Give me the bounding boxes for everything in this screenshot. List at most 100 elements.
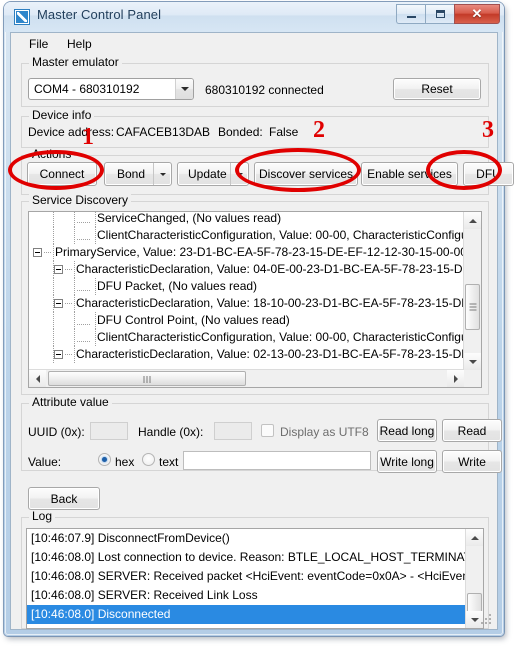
log-group-title: Log (29, 510, 56, 522)
com-port-combobox[interactable]: COM4 - 680310192 (28, 78, 194, 100)
tree-row[interactable]: PrimaryService, Value: 23-D1-BC-EA-5F-78… (29, 244, 464, 261)
treeview-scroll-thumb[interactable] (465, 284, 480, 330)
treeview-scroll-up-button[interactable] (464, 212, 481, 229)
write-long-button[interactable]: Write long (377, 450, 437, 473)
uuid-label: UUID (0x): (28, 425, 85, 439)
tree-guide-line (95, 227, 96, 244)
log-entry[interactable]: [10:46:08.0] Lost connection to device. … (27, 548, 466, 567)
log-listbox[interactable]: [10:46:07.9] DisconnectFromDevice() [10:4… (26, 528, 484, 629)
treeview-hscroll-thumb[interactable] (48, 371, 246, 386)
log-scroll-up-button[interactable] (466, 529, 483, 546)
log-entry[interactable]: [10:46:08.0] SERVER: Received Link Loss (27, 586, 466, 605)
tree-row-label: CharacteristicDeclaration, Value: 04-0E-… (76, 262, 464, 276)
treeview-vertical-scrollbar[interactable] (463, 212, 481, 370)
tree-collapse-icon[interactable] (33, 248, 42, 257)
bond-button[interactable]: Bond (104, 162, 172, 186)
enable-services-button[interactable]: Enable services (361, 162, 458, 186)
device-address-label: Device address: (28, 125, 115, 139)
update-dropdown-arrow-icon[interactable] (230, 163, 248, 185)
bond-button-label: Bond (117, 167, 146, 181)
back-button[interactable]: Back (28, 487, 100, 510)
tree-row[interactable]: ClientCharacteristicConfiguration, Value… (29, 329, 464, 346)
service-discovery-treeview[interactable]: ServiceChanged, (No values read) ClientCh… (28, 211, 482, 388)
application-window: Master Control Panel ✕ File Help Master … (4, 2, 514, 636)
tree-row[interactable]: CharacteristicDeclaration, Value: 18-10-… (29, 295, 464, 312)
tree-guide-line (74, 227, 75, 244)
tree-row[interactable]: DFU Control Point, (No values read) (29, 312, 464, 329)
desktop-background: Master Control Panel ✕ File Help Master … (0, 0, 516, 648)
discover-services-button-label: Discover services (258, 167, 354, 181)
window-controls: ✕ (396, 4, 500, 24)
tree-row[interactable]: CharacteristicDeclaration, Value: 04-0E-… (29, 261, 464, 278)
tree-row[interactable]: ServiceChanged, (No values read) (29, 212, 464, 227)
write-button[interactable]: Write (442, 450, 502, 473)
handle-input[interactable] (214, 422, 252, 440)
hex-radio-label: hex (115, 455, 135, 469)
text-radio[interactable] (142, 453, 155, 466)
log-entry[interactable]: [10:46:08.0] SERVER: Received packet <Hc… (27, 567, 466, 586)
tree-row[interactable]: CharacteristicDeclaration, Value: 02-13-… (29, 346, 464, 363)
treeview-scroll-right-button[interactable] (447, 370, 464, 387)
tree-guide-line (74, 312, 75, 329)
tree-row-label: CharacteristicDeclaration, Value: 02-13-… (76, 347, 464, 361)
read-long-button[interactable]: Read long (377, 419, 437, 442)
read-long-button-label: Read long (379, 423, 435, 438)
tree-collapse-icon[interactable] (54, 265, 63, 274)
app-icon (14, 9, 30, 25)
update-button[interactable]: Update (177, 162, 249, 186)
close-button[interactable]: ✕ (454, 4, 500, 24)
tree-guide-line (65, 303, 73, 304)
update-button-label: Update (188, 167, 227, 181)
hex-radio[interactable] (98, 453, 111, 466)
tree-collapse-icon[interactable] (54, 299, 63, 308)
tree-guide-line (53, 278, 54, 295)
tree-row[interactable]: DFU Packet, (No values read) (29, 278, 464, 295)
dfu-button[interactable]: DFU (463, 162, 514, 186)
treeview-scroll-corner (464, 370, 481, 387)
log-entry[interactable]: [10:46:08.0] Disconnected (27, 605, 466, 624)
menu-item-file[interactable]: File (23, 36, 54, 52)
close-icon: ✕ (471, 6, 483, 21)
connect-button[interactable]: Connect (27, 162, 97, 186)
tree-row-label: PrimaryService, Value: 23-D1-BC-EA-5F-78… (55, 245, 464, 259)
write-button-label: Write (458, 454, 486, 469)
reset-button-label: Reset (421, 82, 453, 96)
text-radio-label: text (159, 455, 179, 469)
tree-row[interactable]: ClientCharacteristicConfiguration, Value… (29, 227, 464, 244)
tree-guide-line (77, 341, 91, 342)
chevron-down-icon[interactable] (175, 79, 193, 99)
tree-guide-line (74, 212, 75, 227)
bonded-value: False (269, 125, 299, 139)
display-utf8-checkbox[interactable] (261, 424, 274, 437)
read-button[interactable]: Read (442, 419, 502, 442)
tree-guide-line (44, 252, 52, 253)
tree-collapse-icon[interactable] (54, 350, 63, 359)
treeview-scroll-down-button[interactable] (464, 353, 481, 370)
resize-grip[interactable] (481, 614, 493, 626)
tree-guide-line (95, 278, 96, 295)
dfu-button-label: DFU (476, 167, 501, 181)
reset-button[interactable]: Reset (393, 78, 481, 100)
maximize-button[interactable] (425, 4, 454, 24)
menu-item-help[interactable]: Help (61, 36, 98, 52)
tree-guide-line (53, 329, 54, 346)
bond-dropdown-arrow-icon[interactable] (153, 163, 171, 185)
treeview-horizontal-scrollbar[interactable] (29, 369, 464, 387)
value-input[interactable] (183, 451, 371, 470)
device-info-group-title: Device info (29, 109, 95, 121)
tree-guide-line (95, 312, 96, 329)
treeview-scroll-left-button[interactable] (29, 370, 46, 387)
minimize-button[interactable] (396, 4, 425, 24)
tree-guide-line (53, 212, 54, 227)
uuid-input[interactable] (90, 422, 128, 440)
tree-guide-line (77, 324, 91, 325)
value-label: Value: (28, 455, 62, 469)
window-title: Master Control Panel (37, 7, 162, 22)
discover-services-button[interactable]: Discover services (254, 162, 358, 186)
log-entry[interactable]: [10:46:07.9] DisconnectFromDevice() (27, 529, 466, 548)
read-button-label: Read (457, 423, 487, 438)
title-bar[interactable]: Master Control Panel ✕ (4, 2, 504, 32)
emulator-status-text: 680310192 connected (205, 83, 324, 97)
com-port-value: COM4 - 680310192 (34, 82, 140, 96)
attribute-value-group-title: Attribute value (29, 396, 112, 408)
